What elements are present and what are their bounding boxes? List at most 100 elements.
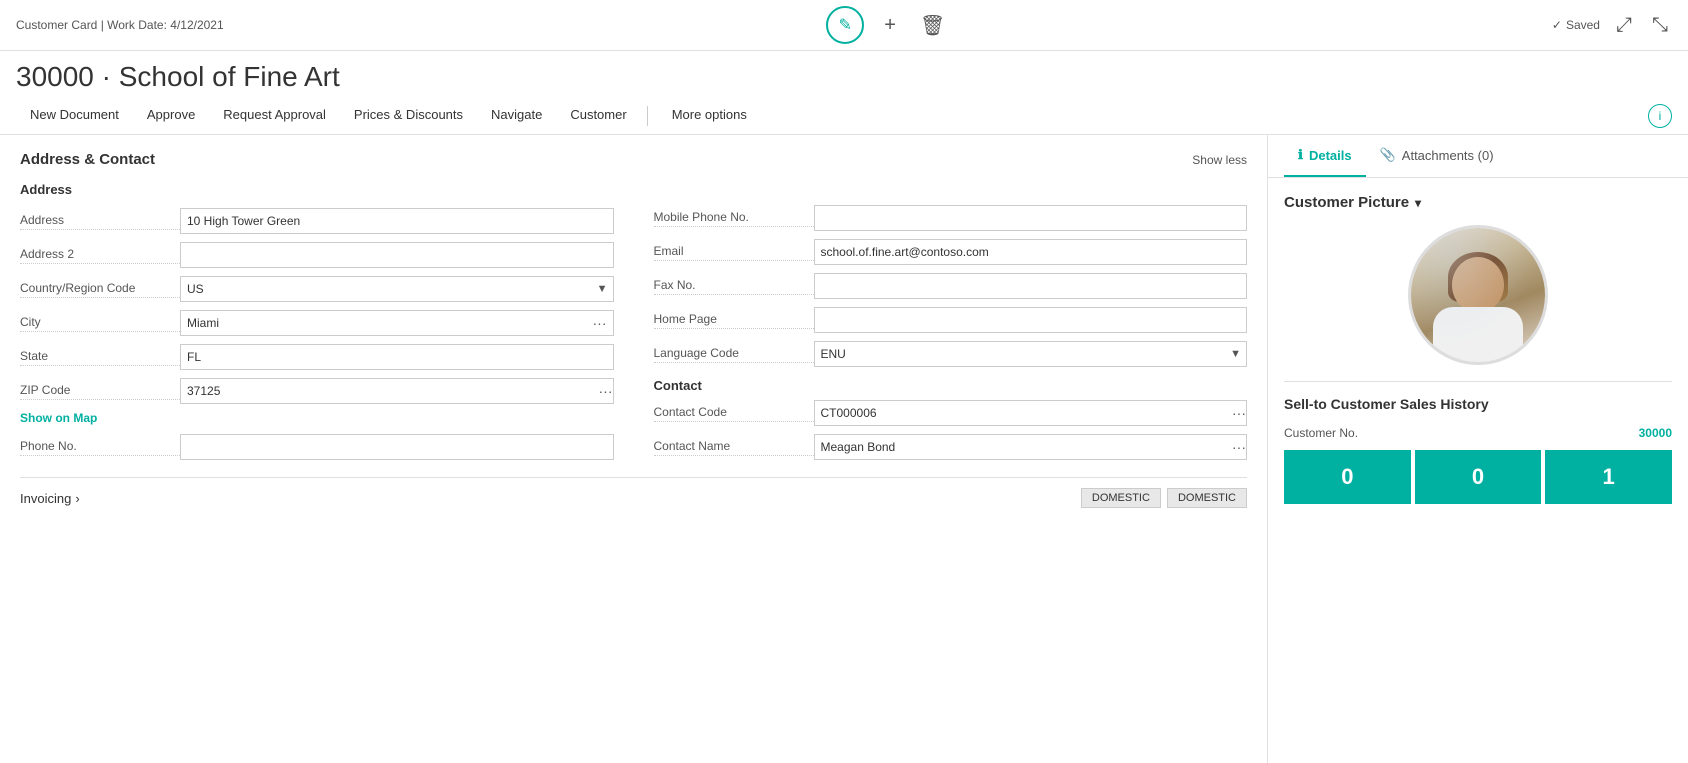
homepage-field-row: Home Page	[654, 306, 1248, 334]
section-header: Address & Contact Show less	[20, 151, 1247, 168]
language-value: ENU ▼	[814, 341, 1248, 367]
contact-code-field-row: Contact Code ···	[654, 399, 1248, 427]
left-column: Address Address Address 2 Country/Region…	[20, 182, 614, 467]
fax-label: Fax No.	[654, 278, 814, 295]
tab-attachments[interactable]: 📎 Attachments (0)	[1366, 135, 1508, 177]
contact-name-label: Contact Name	[654, 439, 814, 456]
tab-attachments-label: Attachments (0)	[1402, 148, 1494, 163]
photo-person	[1411, 228, 1545, 362]
contact-code-value: ···	[814, 400, 1248, 426]
city-dots-button[interactable]: ···	[593, 316, 607, 330]
expand-button[interactable]: ⤢	[1612, 10, 1636, 41]
city-label: City	[20, 315, 180, 332]
details-icon: ℹ	[1298, 147, 1303, 163]
language-field-row: Language Code ENU ▼	[654, 340, 1248, 368]
city-input-dots: ···	[180, 310, 614, 336]
tab-details[interactable]: ℹ Details	[1284, 135, 1366, 177]
state-field-row: State	[20, 343, 614, 371]
address-input[interactable]	[180, 208, 614, 234]
contact-name-dots-button[interactable]: ···	[1232, 440, 1246, 454]
country-label: Country/Region Code	[20, 281, 180, 298]
nav-approve[interactable]: Approve	[133, 97, 209, 134]
country-value: US ▼	[180, 276, 614, 302]
add-icon: +	[884, 14, 896, 36]
saved-status: ✓ Saved	[1552, 18, 1600, 32]
sales-tile-2[interactable]: 1	[1545, 450, 1672, 504]
homepage-input[interactable]	[814, 307, 1248, 333]
contact-name-field-row: Contact Name ···	[654, 433, 1248, 461]
contact-name-value: ···	[814, 434, 1248, 460]
contact-name-input[interactable]	[815, 437, 1233, 457]
state-input[interactable]	[180, 344, 614, 370]
badge-domestic-2: DOMESTIC	[1167, 488, 1247, 508]
zip-label: ZIP Code	[20, 383, 180, 400]
sales-tile-1[interactable]: 0	[1415, 450, 1542, 504]
right-column: Mobile Phone No. Email Fax No.	[654, 182, 1248, 467]
toolbar-center: ✎ + 🗑	[826, 6, 949, 44]
collapse-icon: ⤡	[1652, 14, 1668, 36]
nav-prices-discounts[interactable]: Prices & Discounts	[340, 97, 477, 134]
section-title: Address & Contact	[20, 151, 155, 168]
language-select-wrapper: ENU ▼	[814, 341, 1248, 367]
customer-picture-label: Customer Picture	[1284, 194, 1409, 211]
contact-code-dots-button[interactable]: ···	[1232, 406, 1246, 420]
add-button[interactable]: +	[880, 10, 900, 41]
address2-input[interactable]	[180, 242, 614, 268]
invoicing-link[interactable]: Invoicing ›	[20, 491, 80, 506]
email-input[interactable]	[814, 239, 1248, 265]
nav-customer[interactable]: Customer	[556, 97, 640, 134]
language-label: Language Code	[654, 346, 814, 363]
show-less-button[interactable]: Show less	[1192, 153, 1247, 167]
panel-tabs: ℹ Details 📎 Attachments (0)	[1268, 135, 1688, 178]
address2-label: Address 2	[20, 247, 180, 264]
language-select[interactable]: ENU	[814, 341, 1248, 367]
saved-label: Saved	[1566, 18, 1600, 32]
section-divider	[1284, 381, 1672, 382]
contact-code-input[interactable]	[815, 403, 1233, 423]
fax-value	[814, 273, 1248, 299]
zip-input[interactable]	[181, 381, 599, 401]
sales-tile-0[interactable]: 0	[1284, 450, 1411, 504]
city-input[interactable]	[187, 316, 593, 330]
collapse-button[interactable]: ⤡	[1648, 10, 1672, 41]
delete-button[interactable]: 🗑	[916, 9, 949, 42]
address-group-title: Address	[20, 182, 614, 197]
customer-picture-title: Customer Picture ▾	[1284, 194, 1672, 211]
zip-value: ···	[180, 378, 614, 404]
contact-code-label: Contact Code	[654, 405, 814, 422]
nav-bar: New Document Approve Request Approval Pr…	[0, 97, 1688, 135]
nav-request-approval[interactable]: Request Approval	[209, 97, 340, 134]
show-on-map-link[interactable]: Show on Map	[20, 411, 614, 425]
expand-icon: ⤢	[1616, 14, 1632, 36]
address2-field-row: Address 2	[20, 241, 614, 269]
fax-field-row: Fax No.	[654, 272, 1248, 300]
city-field-row: City ···	[20, 309, 614, 337]
mobile-value	[814, 205, 1248, 231]
badge-domestic-1: DOMESTIC	[1081, 488, 1161, 508]
nav-more-options[interactable]: More options	[658, 97, 761, 134]
chevron-down-icon: ▾	[1415, 196, 1421, 210]
fax-input[interactable]	[814, 273, 1248, 299]
invoicing-badges: DOMESTIC DOMESTIC	[1081, 488, 1247, 508]
left-content: Address & Contact Show less Address Addr…	[0, 135, 1268, 763]
address-form: Address Address Address 2 Country/Region…	[20, 182, 1247, 467]
country-field-row: Country/Region Code US ▼	[20, 275, 614, 303]
address-value	[180, 208, 614, 234]
right-panel: ℹ Details 📎 Attachments (0) Customer Pic…	[1268, 135, 1688, 763]
photo-blur	[1411, 228, 1545, 362]
country-select[interactable]: US	[180, 276, 614, 302]
mobile-input[interactable]	[814, 205, 1248, 231]
main-layout: Address & Contact Show less Address Addr…	[0, 135, 1688, 763]
zip-dots-button[interactable]: ···	[599, 384, 613, 398]
phone-input[interactable]	[180, 434, 614, 460]
customer-no-value[interactable]: 30000	[1639, 426, 1672, 440]
edit-button[interactable]: ✎	[826, 6, 864, 44]
phone-field-row: Phone No.	[20, 433, 614, 461]
homepage-value	[814, 307, 1248, 333]
info-button[interactable]: i	[1648, 104, 1672, 128]
nav-new-document[interactable]: New Document	[16, 97, 133, 134]
checkmark-icon: ✓	[1552, 18, 1562, 32]
nav-divider	[647, 106, 648, 126]
homepage-label: Home Page	[654, 312, 814, 329]
nav-navigate[interactable]: Navigate	[477, 97, 556, 134]
